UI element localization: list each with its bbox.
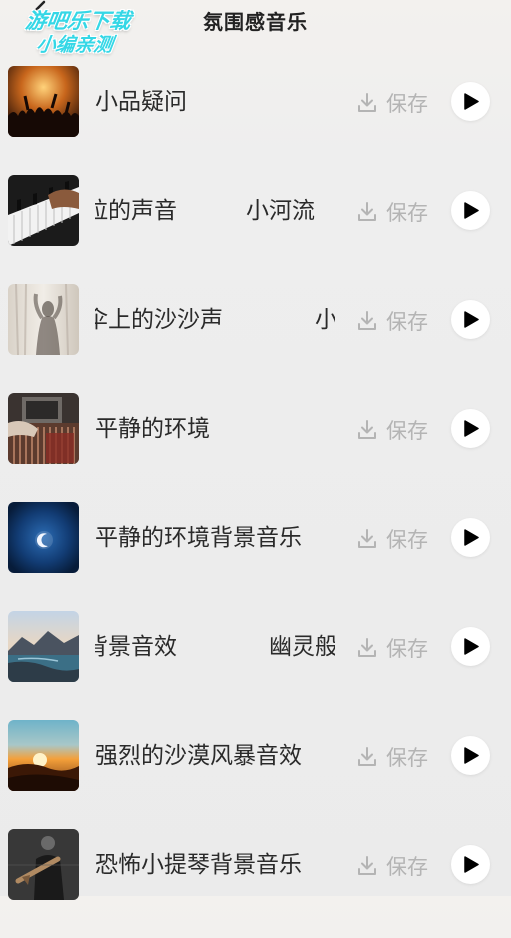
play-button[interactable] [451, 627, 490, 666]
download-icon [358, 202, 376, 221]
track-title: 伞上的沙沙声 小 [95, 307, 335, 333]
watermark-line1: 游吧乐下载 [23, 9, 133, 33]
track-title: 背景音效 幽灵般 [95, 634, 335, 660]
play-button[interactable] [451, 518, 490, 557]
track-title: 拉的声音 小河流 [95, 198, 315, 224]
play-icon [464, 529, 479, 546]
save-button[interactable]: 保存 [356, 743, 428, 771]
download-icon [358, 420, 376, 439]
save-button[interactable]: 保存 [356, 852, 428, 880]
track-thumbnail [8, 66, 79, 137]
play-icon [464, 747, 479, 764]
play-button[interactable] [451, 300, 490, 339]
play-icon [464, 638, 479, 655]
track-title: 平静的环境 [95, 416, 210, 442]
list-item[interactable]: 拉的声音 小河流 保存 [0, 175, 511, 284]
track-thumbnail [8, 720, 79, 791]
watermark-logo: 游吧乐下载 小编亲测 [2, 8, 150, 64]
play-button[interactable] [451, 845, 490, 884]
list-item[interactable]: 恐怖小提琴背景音乐 保存 [0, 829, 511, 938]
watermark-line2: 小编亲测 [35, 34, 115, 56]
save-label: 保存 [386, 201, 428, 225]
list-item[interactable]: 平静的环境背景音乐 保存 [0, 502, 511, 611]
play-button[interactable] [451, 191, 490, 230]
play-icon [464, 856, 479, 873]
track-thumbnail [8, 284, 79, 355]
track-thumbnail [8, 611, 79, 682]
track-title: 恐怖小提琴背景音乐 [95, 852, 302, 878]
save-label: 保存 [386, 419, 428, 443]
download-icon [358, 311, 376, 330]
track-thumbnail [8, 829, 79, 900]
save-label: 保存 [386, 92, 428, 116]
music-list: 小品疑问 保存 拉的声音 小河流 保存 伞上的沙沙声 小 保存 平静的环境 保存… [0, 66, 511, 938]
download-icon [358, 638, 376, 657]
save-button[interactable]: 保存 [356, 525, 428, 553]
play-button[interactable] [451, 736, 490, 775]
track-title: 小品疑问 [95, 89, 187, 115]
download-icon [358, 93, 376, 112]
track-title: 平静的环境背景音乐 [95, 525, 302, 551]
save-button[interactable]: 保存 [356, 416, 428, 444]
list-item[interactable]: 背景音效 幽灵般 保存 [0, 611, 511, 720]
list-item[interactable]: 小品疑问 保存 [0, 66, 511, 175]
track-thumbnail [8, 175, 79, 246]
play-icon [464, 311, 479, 328]
play-icon [464, 420, 479, 437]
list-item[interactable]: 平静的环境 保存 [0, 393, 511, 502]
download-icon [358, 529, 376, 548]
play-icon [464, 202, 479, 219]
play-button[interactable] [451, 82, 490, 121]
track-thumbnail [8, 393, 79, 464]
download-icon [358, 856, 376, 875]
save-button[interactable]: 保存 [356, 89, 428, 117]
save-label: 保存 [386, 637, 428, 661]
track-thumbnail [8, 502, 79, 573]
save-label: 保存 [386, 310, 428, 334]
save-label: 保存 [386, 746, 428, 770]
play-button[interactable] [451, 409, 490, 448]
list-item[interactable]: 伞上的沙沙声 小 保存 [0, 284, 511, 393]
list-item[interactable]: 强烈的沙漠风暴音效 保存 [0, 720, 511, 829]
play-icon [464, 93, 479, 110]
save-label: 保存 [386, 855, 428, 879]
save-label: 保存 [386, 528, 428, 552]
download-icon [358, 747, 376, 766]
save-button[interactable]: 保存 [356, 198, 428, 226]
track-title: 强烈的沙漠风暴音效 [95, 743, 302, 769]
save-button[interactable]: 保存 [356, 307, 428, 335]
save-button[interactable]: 保存 [356, 634, 428, 662]
